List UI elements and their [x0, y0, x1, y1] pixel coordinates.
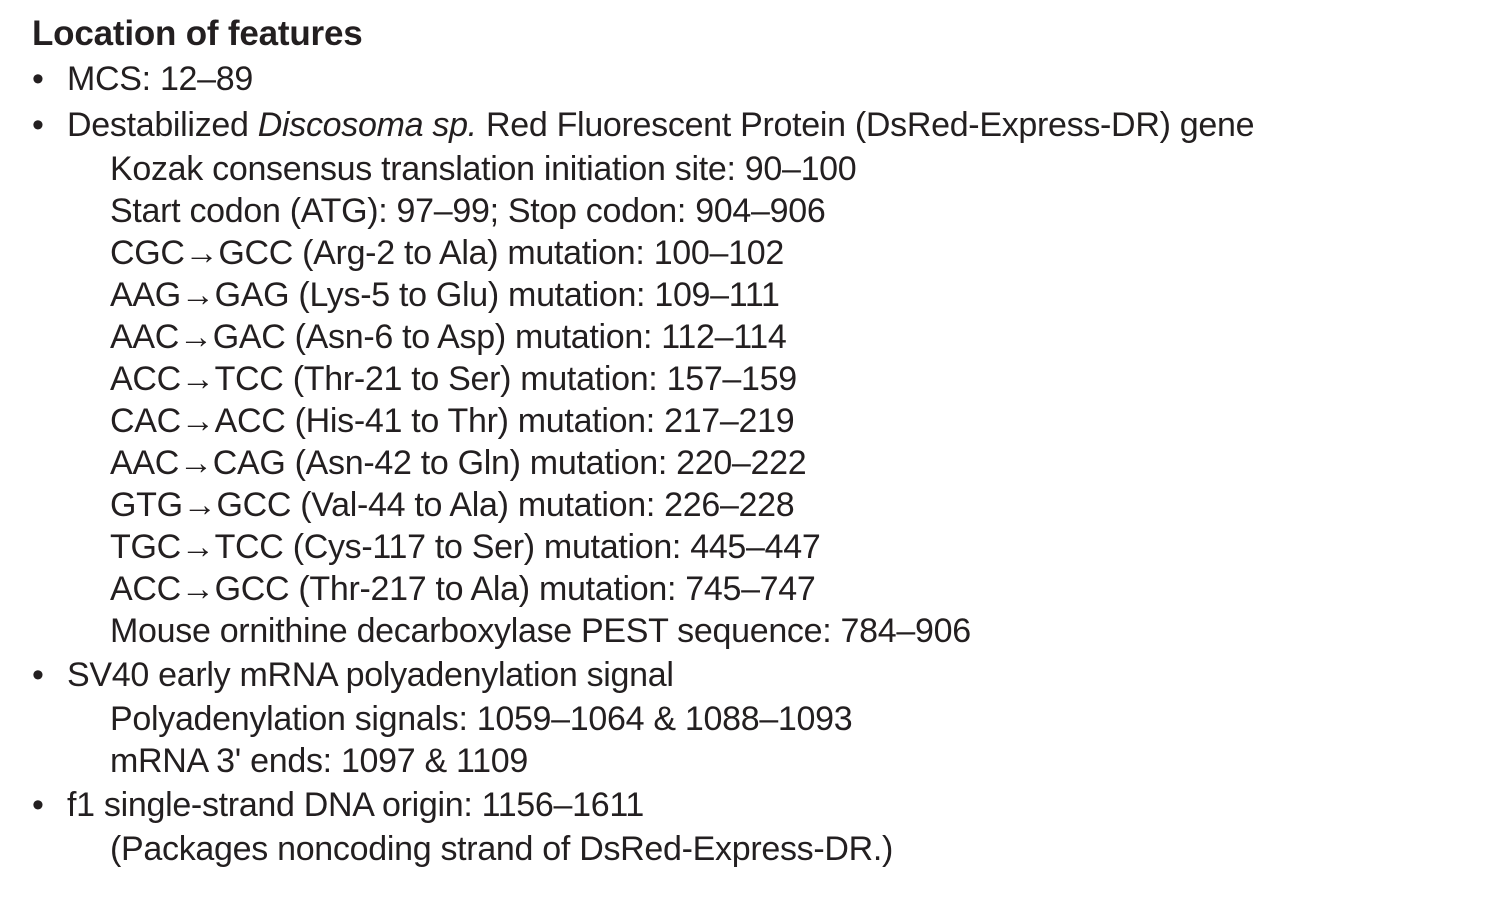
bullet-icon: • — [32, 656, 44, 694]
sub-item-mutation: CGC→GCC (Arg-2 to Ala) mutation: 100–102 — [110, 234, 784, 272]
feature-mcs: • MCS: 12–89 — [32, 56, 1254, 102]
dsred-sub-list: Kozak consensus translation initiation s… — [32, 148, 1254, 652]
sub-item-mutation: ACC→GCC (Thr-217 to Ala) mutation: 745–7… — [110, 570, 816, 608]
feature-f1-origin: • f1 single-strand DNA origin: 1156–1611 — [32, 782, 1254, 828]
sub-item-packaging-note: (Packages noncoding strand of DsRed-Expr… — [110, 830, 894, 868]
feature-dsred-gene: • Destabilized Discosoma sp. Red Fluores… — [32, 102, 1254, 148]
feature-label-prefix: Destabilized — [67, 106, 258, 144]
sub-item-mutation: TGC→TCC (Cys-117 to Ser) mutation: 445–4… — [110, 528, 821, 566]
feature-label: MCS: 12–89 — [67, 60, 253, 98]
sv40-sub-list: Polyadenylation signals: 1059–1064 & 108… — [32, 698, 1254, 782]
bullet-icon: • — [32, 106, 44, 144]
sub-item-pest-sequence: Mouse ornithine decarboxylase PEST seque… — [110, 612, 971, 650]
sub-item-mutation: AAG→GAG (Lys-5 to Glu) mutation: 109–111 — [110, 276, 780, 314]
feature-label-suffix: Red Fluorescent Protein (DsRed-Express-D… — [476, 106, 1255, 144]
sub-item-mrna-ends: mRNA 3' ends: 1097 & 1109 — [110, 742, 528, 780]
feature-label-species: Discosoma sp. — [257, 106, 477, 144]
sub-item-mutation: GTG→GCC (Val-44 to Ala) mutation: 226–22… — [110, 486, 795, 524]
sub-item-mutation: ACC→TCC (Thr-21 to Ser) mutation: 157–15… — [110, 360, 797, 398]
sub-item-mutation: CAC→ACC (His-41 to Thr) mutation: 217–21… — [110, 402, 795, 440]
bullet-icon: • — [32, 786, 44, 824]
f1-sub-list: (Packages noncoding strand of DsRed-Expr… — [32, 828, 1254, 870]
feature-sv40-polya: • SV40 early mRNA polyadenylation signal — [32, 652, 1254, 698]
section-heading: Location of features — [32, 14, 363, 53]
feature-label: f1 single-strand DNA origin: 1156–1611 — [67, 786, 645, 824]
sub-item-mutation: AAC→CAG (Asn-42 to Gln) mutation: 220–22… — [110, 444, 807, 482]
bullet-icon: • — [32, 60, 44, 98]
sub-item-polya-signals: Polyadenylation signals: 1059–1064 & 108… — [110, 700, 853, 738]
sub-item-mutation: AAC→GAC (Asn-6 to Asp) mutation: 112–114 — [110, 318, 787, 356]
feature-label: SV40 early mRNA polyadenylation signal — [67, 656, 674, 694]
sub-item-start-stop-codon: Start codon (ATG): 97–99; Stop codon: 90… — [110, 192, 826, 230]
sub-item-kozak: Kozak consensus translation initiation s… — [110, 150, 857, 188]
features-document: Location of features • MCS: 12–89 • Dest… — [32, 12, 1254, 870]
